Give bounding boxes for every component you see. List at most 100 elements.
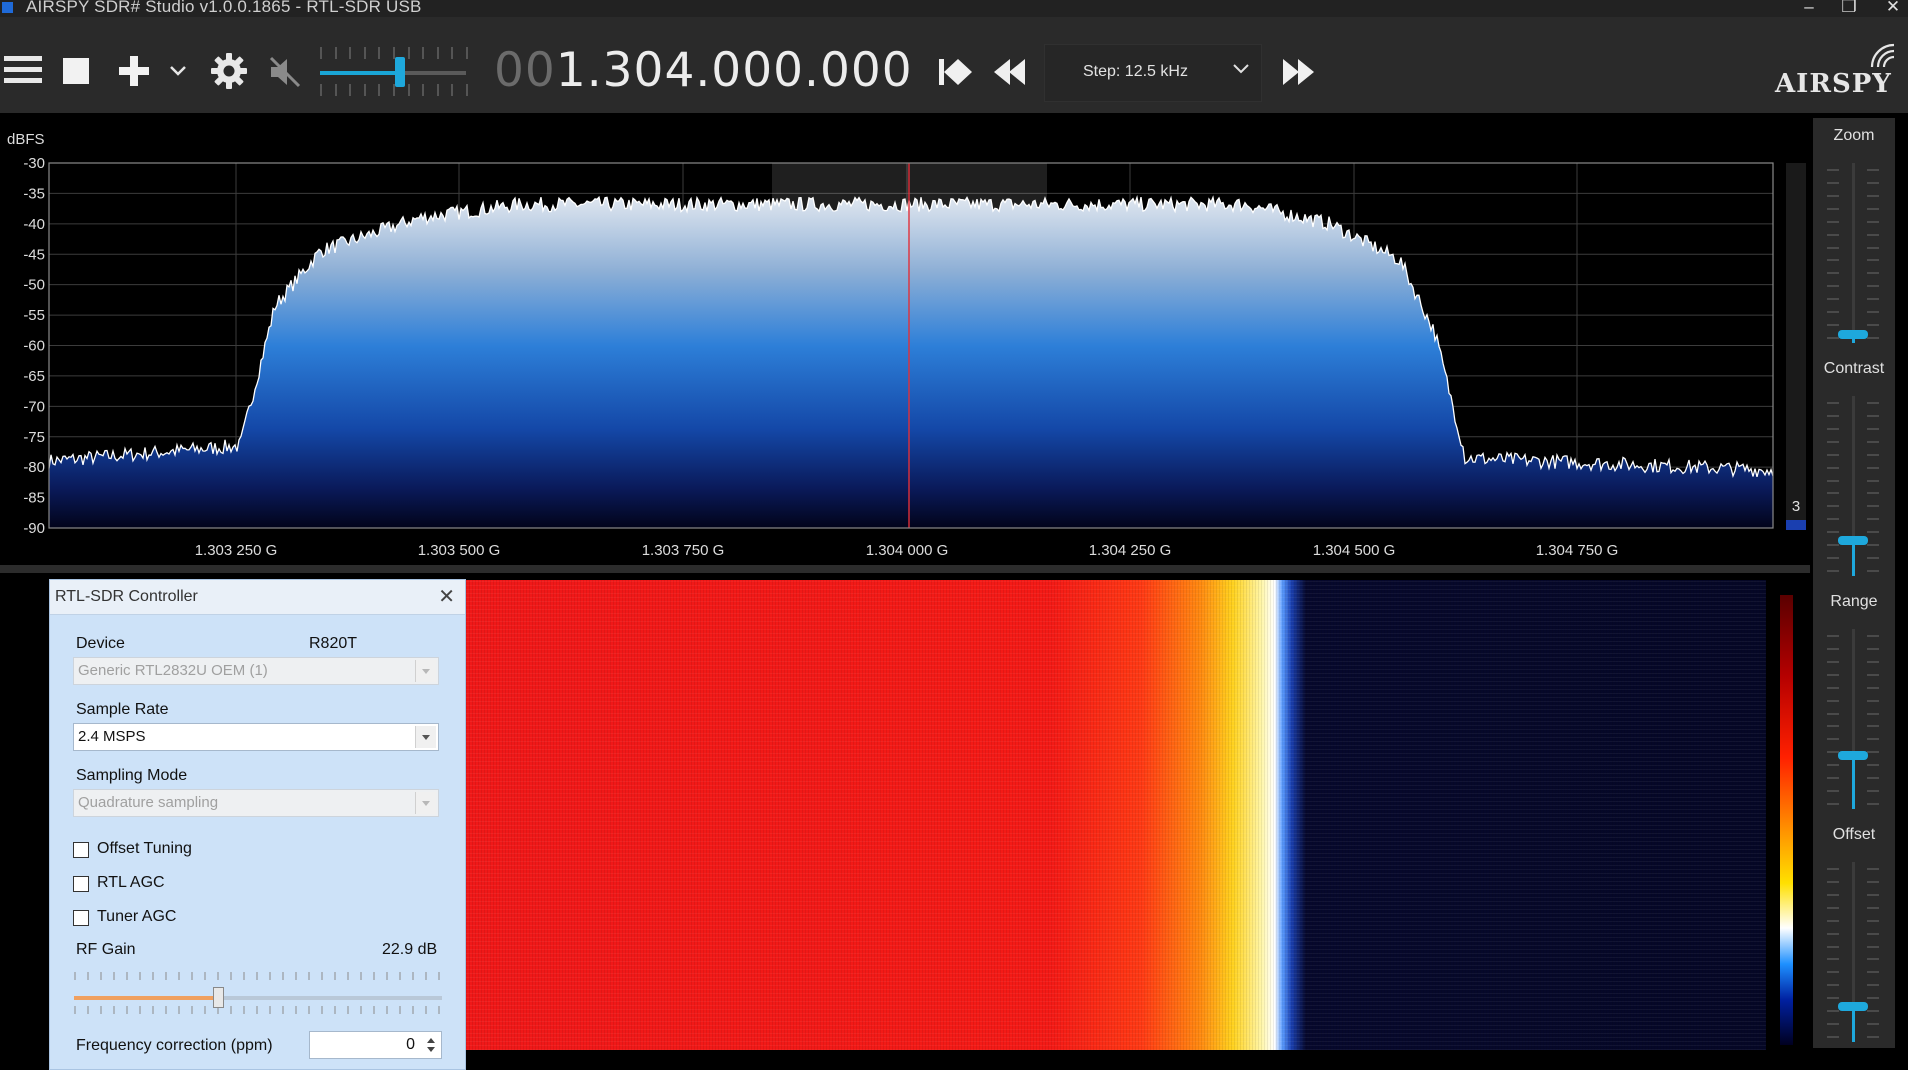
slider-tick	[1827, 880, 1839, 883]
slider-tick	[1867, 324, 1879, 327]
minimize-button[interactable]: –	[1794, 0, 1824, 16]
slider-tick	[1827, 298, 1839, 301]
skip-to-start-icon[interactable]	[938, 55, 974, 89]
tuner-agc-label[interactable]: Tuner AGC	[97, 908, 176, 926]
chevron-down-icon	[415, 792, 436, 814]
slider-tick	[1867, 492, 1879, 495]
slider-tick	[1827, 311, 1839, 314]
plus-icon[interactable]	[118, 55, 150, 87]
offset-tuning-checkbox[interactable]	[73, 842, 89, 858]
slider-tick	[1867, 570, 1879, 572]
mute-icon[interactable]	[266, 53, 304, 91]
slider-tick	[1867, 169, 1879, 171]
slider-tick	[1867, 311, 1879, 314]
rf-gain-scale	[74, 972, 440, 1014]
slider-tick	[1827, 971, 1839, 974]
x-tick-label: 1.304 500 G	[1313, 542, 1396, 559]
volume-tick	[407, 47, 410, 59]
offset-tuning-label[interactable]: Offset Tuning	[97, 840, 192, 858]
volume-tick	[363, 84, 366, 96]
stop-icon[interactable]	[62, 57, 90, 85]
volume-tick	[334, 47, 337, 59]
offset-label: Offset	[1832, 826, 1876, 843]
frequency-correction-input[interactable]: 0	[309, 1031, 442, 1059]
slider-tick	[1867, 868, 1879, 870]
volume-tick	[436, 47, 439, 59]
slider-tick	[1867, 259, 1879, 262]
slider-tick	[1867, 635, 1879, 637]
slider-tick	[1827, 207, 1839, 210]
slider-tick	[1867, 660, 1879, 663]
level-meter	[1786, 163, 1806, 530]
chevron-down-icon[interactable]	[415, 726, 436, 748]
panel-splitter[interactable]	[0, 565, 1810, 573]
slider-tick	[1827, 272, 1839, 275]
volume-tick	[451, 84, 454, 96]
app-icon	[2, 2, 13, 13]
slider-tick	[1827, 984, 1839, 987]
slider-tick	[1827, 673, 1839, 676]
slider-tick	[1827, 803, 1839, 805]
spinner-arrows-icon[interactable]	[423, 1034, 439, 1056]
rewind-icon[interactable]	[992, 55, 1028, 89]
y-tick-label: -55	[23, 307, 45, 324]
vertical-slider-thumb[interactable]	[1838, 751, 1868, 760]
vertical-slider-track[interactable]	[1852, 163, 1855, 343]
slider-tick	[1867, 958, 1879, 961]
slider-tick	[1827, 958, 1839, 961]
slider-tick	[1867, 997, 1879, 1000]
vertical-slider-thumb[interactable]	[1838, 536, 1868, 545]
volume-tick	[320, 47, 322, 59]
hamburger-menu-icon[interactable]	[4, 53, 42, 87]
sample-rate-select[interactable]: 2.4 MSPS	[73, 723, 439, 751]
slider-tick	[1867, 971, 1879, 974]
gear-icon[interactable]	[210, 52, 248, 90]
step-size-dropdown[interactable]: Step: 12.5 kHz	[1044, 44, 1262, 102]
panel-header[interactable]: RTL-SDR Controller ✕	[50, 580, 465, 615]
slider-tick	[1827, 868, 1839, 870]
maximize-button[interactable]: ❐	[1834, 0, 1864, 16]
slider-tick	[1827, 647, 1839, 650]
close-icon[interactable]: ✕	[438, 584, 455, 609]
rtl-agc-checkbox[interactable]	[73, 876, 89, 892]
rtl-agc-label[interactable]: RTL AGC	[97, 874, 165, 892]
slider-tick	[1827, 505, 1839, 508]
slider-tick	[1827, 945, 1839, 948]
slider-tick	[1867, 906, 1879, 909]
rf-gain-slider-thumb[interactable]	[212, 987, 224, 1008]
slider-tick	[1827, 712, 1839, 715]
vertical-slider-thumb[interactable]	[1838, 1002, 1868, 1011]
slider-tick	[1827, 479, 1839, 482]
close-button[interactable]: ✕	[1878, 0, 1908, 16]
sampling-mode-label: Sampling Mode	[76, 767, 188, 784]
slider-tick	[1827, 531, 1839, 534]
frequency-display[interactable]: 001.304.000.000	[494, 41, 913, 101]
rtl-sdr-controller-panel: RTL-SDR Controller ✕ Device R820T Generi…	[49, 579, 466, 1070]
slider-tick	[1867, 518, 1879, 521]
tuner-agc-checkbox[interactable]	[73, 910, 89, 926]
slider-tick	[1867, 544, 1879, 547]
y-tick-label: -85	[23, 490, 45, 507]
volume-slider-thumb[interactable]	[395, 57, 406, 87]
fast-forward-icon[interactable]	[1282, 55, 1316, 89]
spectrum-plot[interactable]: dBFS -30 -35 -40 -45 -50 -55 -60 -65 -70 -75 -80 -8…	[0, 113, 1810, 565]
volume-tick	[378, 47, 381, 59]
chevron-down-icon[interactable]	[168, 63, 188, 79]
slider-tick	[1827, 440, 1839, 443]
y-tick-label: -45	[23, 246, 45, 263]
volume-tick	[349, 84, 352, 96]
waterfall-display[interactable]	[466, 580, 1766, 1050]
volume-tick	[407, 84, 410, 96]
sample-rate-label: Sample Rate	[76, 701, 169, 718]
spectrum-analyzer[interactable]: dBFS -30 -35 -40 -45 -50 -55 -60 -65 -70 -75 -80 -8…	[0, 113, 1810, 565]
slider-tick	[1867, 246, 1879, 249]
slider-tick	[1867, 181, 1879, 184]
device-label: Device	[76, 635, 125, 652]
slider-tick	[1867, 440, 1879, 443]
slider-tick	[1827, 1036, 1839, 1038]
vertical-slider-thumb[interactable]	[1838, 330, 1868, 339]
slider-tick	[1867, 673, 1879, 676]
frequency-digits: 1.304.000.000	[555, 43, 913, 98]
rf-gain-fill	[74, 996, 218, 1000]
volume-tick	[320, 84, 322, 96]
